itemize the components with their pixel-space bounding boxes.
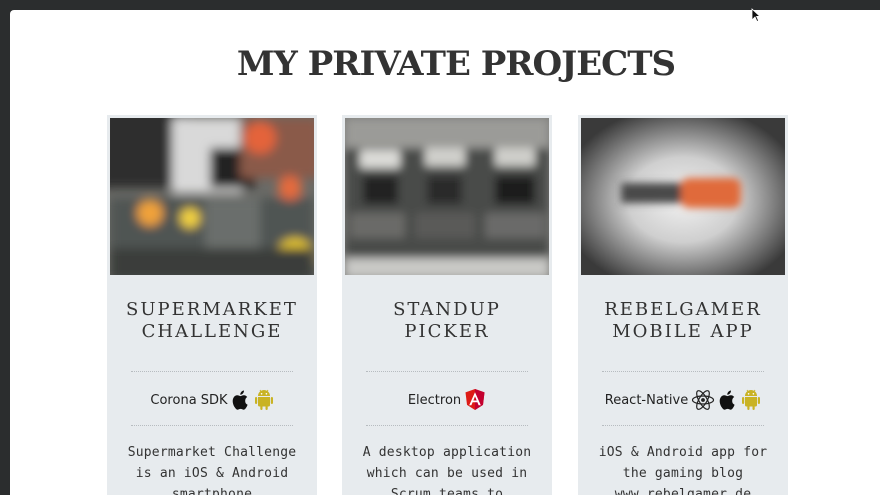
divider: [366, 371, 528, 372]
project-card-standup-picker[interactable]: STANDUP PICKER Electron A desktop applic…: [342, 115, 552, 495]
tech-label: React-Native: [604, 392, 689, 408]
mouse-cursor-icon: [751, 8, 761, 22]
divider: [366, 425, 528, 426]
tech-label: Electron: [407, 392, 462, 408]
divider: [602, 371, 764, 372]
project-card-supermarket-challenge[interactable]: SUPERMARKET CHALLENGE Corona SDK Superma…: [107, 115, 317, 495]
project-screenshot-image: [345, 118, 549, 275]
page-title: MY PRIVATE PROJECTS: [236, 44, 676, 84]
project-card-rebelgamer-mobile-app[interactable]: REBELGAMER MOBILE APP React-Native iOS &…: [578, 115, 788, 495]
tech-stack-row: React-Native: [578, 387, 788, 413]
project-screenshot-image: [581, 118, 785, 275]
divider: [602, 425, 764, 426]
project-title: SUPERMARKET CHALLENGE: [126, 299, 298, 342]
angular-icon: [465, 389, 485, 410]
project-title: REBELGAMER MOBILE APP: [604, 299, 762, 342]
android-icon: [254, 389, 273, 410]
project-title: STANDUP PICKER: [393, 299, 501, 342]
divider: [131, 371, 293, 372]
tech-stack-row: Electron: [342, 387, 552, 413]
project-description: iOS & Android app for the gaming blog ww…: [598, 445, 768, 495]
tech-stack-row: Corona SDK: [107, 387, 317, 413]
tech-label: Corona SDK: [150, 392, 228, 408]
project-description: Supermarket Challenge is an iOS & Androi…: [127, 445, 297, 495]
apple-icon: [719, 390, 735, 410]
android-icon: [742, 389, 761, 410]
project-description: A desktop application which can be used …: [362, 445, 532, 495]
apple-icon: [232, 390, 248, 410]
blurred-game-screenshot: [110, 118, 314, 275]
blurred-app-screenshot: [345, 118, 549, 275]
browser-window: MY PRIVATE PROJECTS SUPERMARKET CHALLENG…: [10, 10, 880, 495]
react-icon: [692, 390, 715, 410]
divider: [131, 425, 293, 426]
project-screenshot-image: [110, 118, 314, 275]
blurred-logo-screenshot: [581, 118, 785, 275]
